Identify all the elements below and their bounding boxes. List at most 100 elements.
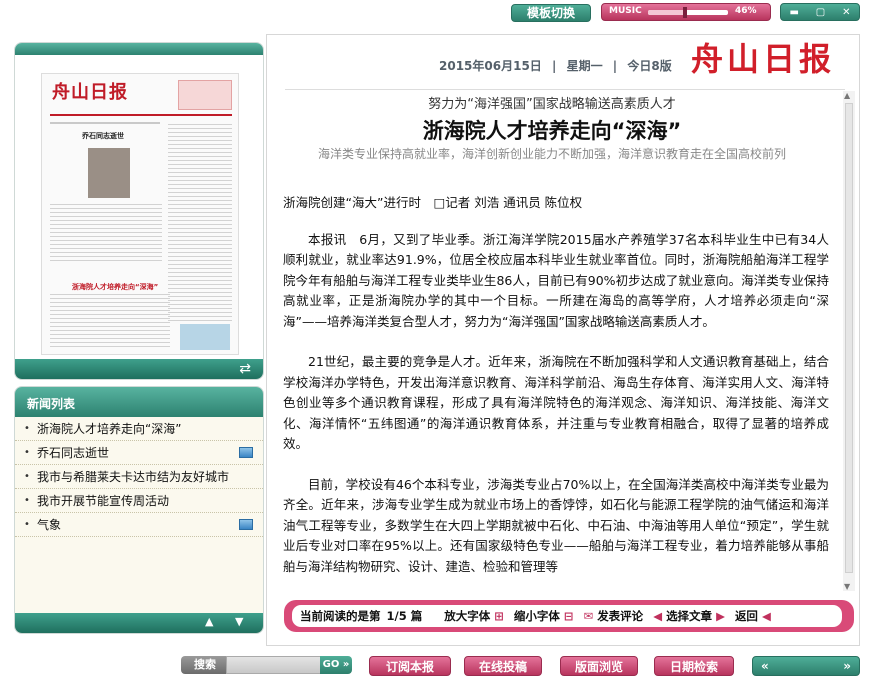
article-pretitle: 努力为“海洋强国”国家战略输送高素质人才 [428, 97, 676, 112]
separator: | [552, 59, 557, 73]
thumbnail-paper-logo: 舟山日报 [52, 82, 128, 103]
bullet-icon: • [24, 519, 30, 530]
current-article-unit: 篇 [410, 609, 423, 623]
bullet-icon: • [24, 495, 30, 506]
separator: | [612, 59, 618, 73]
comment-button[interactable]: ✉ 发表评论 [584, 608, 644, 624]
thumbnail-red-rule [50, 114, 232, 116]
scroll-up-arrow-icon[interactable]: ▲ [844, 91, 850, 100]
submit-online-button[interactable]: 在线投稿 [464, 656, 542, 676]
back-arrow-icon: ◀ [761, 609, 771, 623]
scroll-down-arrow-icon[interactable]: ▼ [844, 582, 850, 591]
browse-pages-button[interactable]: 版面浏览 [560, 656, 638, 676]
search-input[interactable] [226, 656, 322, 674]
newspaper-logo: 舟山日报 [690, 40, 835, 78]
restore-icon[interactable]: ▢ [816, 7, 825, 18]
search-label: 搜索 [181, 656, 229, 674]
select-article-button[interactable]: ◀ 选择文章 ▶ [653, 608, 725, 624]
article-title: 浙海院人才培养走向“深海” [422, 119, 682, 143]
minimize-icon[interactable]: ▬ [789, 7, 798, 18]
news-item-label: 我市与希腊莱夫卡达市结为友好城市 [37, 470, 230, 484]
article-subtitle: 海洋类专业保持高就业率，海洋创新创业能力不断加强，海洋意识教育走在全国高校前列 [317, 147, 786, 161]
next-page-icon[interactable]: » [843, 659, 851, 673]
thumbnail-text-column [168, 124, 232, 324]
go-label: GO [322, 659, 340, 670]
arrow-left-icon: ◀ [653, 609, 663, 623]
back-button[interactable]: 返回 ◀ [735, 608, 771, 624]
thumbnail-text-block [50, 204, 162, 264]
reading-toolbar-inner: 当前阅读的是第 1/5 篇 放大字体 ⊞ 缩小字体 ⊟ ✉ 发表评论 ◀ 选择文… [292, 605, 842, 627]
issue-info: 2015年06月15日 | 星期一 | 今日8版 [439, 57, 672, 74]
divider [285, 89, 845, 90]
search-go-button[interactable]: GO » [320, 656, 352, 674]
news-item-label: 浙海院人才培养走向“深海” [37, 422, 182, 436]
thumbnail-panel-footer: ⇄ [15, 359, 263, 379]
issue-date: 2015年06月15日 [439, 59, 542, 73]
window-controls: ▬ ▢ ✕ [780, 3, 860, 21]
news-list-item[interactable]: • 我市开展节能宣传周活动 [15, 489, 263, 513]
thumbnail-portrait-photo [88, 148, 130, 198]
news-list-item[interactable]: • 气象 [15, 513, 263, 537]
prev-page-icon[interactable]: « [761, 659, 769, 673]
article-panel: 2015年06月15日 | 星期一 | 今日8版 舟山日报 努力为“海洋强国”国… [266, 34, 860, 646]
mail-icon: ✉ [583, 609, 594, 623]
thumbnail-headline-lead: 浙海院人才培养走向“深海” [72, 283, 159, 291]
article-body: 浙海院创建“海大”进行时 □记者 刘浩 通讯员 陈位权 本报讯 6月，又到了毕业… [283, 193, 829, 585]
page-thumbnail-panel: 舟山日报 乔石同志逝世 浙海院人才培养走向“深海” ⇄ [14, 42, 264, 380]
article-scrollbar[interactable]: ▲ ▼ [843, 91, 855, 591]
app-root: 模板切换 MUSIC 46% ▬ ▢ ✕ 舟山日报 乔石同志逝世 浙海院人才培养… [0, 0, 882, 677]
news-list-footer: ▲ ▼ [15, 613, 263, 633]
minus-box-icon: ⊟ [563, 609, 574, 623]
music-volume-value: 46% [735, 6, 757, 16]
article-paragraph: 21世纪，最主要的竞争是人才。近年来，浙海院在不断加强科学和人文通识教育基础上，… [283, 354, 829, 451]
music-volume-fill [648, 10, 685, 15]
image-icon [239, 519, 253, 530]
thumbnail-text-block [50, 294, 170, 350]
bullet-icon: • [24, 447, 30, 458]
news-list-item[interactable]: • 我市与希腊莱夫卡达市结为友好城市 [15, 465, 263, 489]
issue-weekday: 星期一 [566, 59, 603, 73]
music-control[interactable]: MUSIC 46% [601, 3, 771, 21]
news-item-label: 乔石同志逝世 [37, 446, 110, 460]
subscribe-button[interactable]: 订阅本报 [369, 656, 451, 676]
reading-toolbar: 当前阅读的是第 1/5 篇 放大字体 ⊞ 缩小字体 ⊟ ✉ 发表评论 ◀ 选择文… [284, 600, 854, 632]
news-item-label: 我市开展节能宣传周活动 [37, 494, 170, 508]
music-volume-knob[interactable] [682, 7, 687, 18]
article-paragraph: 目前，学校设有46个本科专业，涉海类专业占70%以上，在全国海洋类高校中海洋类专… [283, 476, 829, 574]
news-item-label: 气象 [37, 518, 62, 532]
page-nav-control: « » [752, 656, 860, 676]
bullet-icon: • [24, 423, 30, 434]
news-list-panel: 新闻列表 • 浙海院人才培养走向“深海” • 乔石同志逝世 • 我市与希腊莱夫卡… [14, 386, 264, 634]
article-byline: 浙海院创建“海大”进行时 □记者 刘浩 通讯员 陈位权 [283, 195, 583, 210]
double-chevron-right-icon: » [339, 659, 350, 670]
article-paragraph: 本报讯 6月，又到了毕业季。浙江海洋学院2015届水产养殖学37名本科毕业生中已… [283, 231, 829, 329]
scroll-down-icon[interactable]: ▼ [235, 615, 243, 628]
image-icon [239, 447, 253, 458]
thumbnail-panel-header [15, 43, 263, 55]
thumbnail-color-block [180, 324, 230, 350]
music-label: MUSIC [609, 6, 642, 16]
newspaper-page-thumbnail[interactable]: 舟山日报 乔石同志逝世 浙海院人才培养走向“深海” [41, 73, 239, 355]
music-volume-slider[interactable] [648, 7, 728, 18]
news-list-item[interactable]: • 浙海院人才培养走向“深海” [15, 417, 263, 441]
scrollbar-thumb[interactable] [845, 103, 853, 573]
date-search-button[interactable]: 日期检索 [654, 656, 734, 676]
arrow-right-icon: ▶ [716, 609, 725, 623]
enlarge-font-button[interactable]: 放大字体 ⊞ [444, 608, 504, 624]
close-icon[interactable]: ✕ [842, 7, 850, 18]
thumbnail-headline-small: 乔石同志逝世 [82, 132, 124, 140]
current-article-label: 当前阅读的是第 [300, 609, 381, 623]
news-list-header: 新闻列表 [15, 387, 263, 417]
shrink-font-button[interactable]: 缩小字体 ⊟ [514, 608, 574, 624]
news-list: • 浙海院人才培养走向“深海” • 乔石同志逝世 • 我市与希腊莱夫卡达市结为友… [15, 417, 263, 537]
thumbnail-ad-block [178, 80, 232, 110]
scroll-up-icon[interactable]: ▲ [205, 615, 213, 628]
template-switch-button[interactable]: 模板切换 [511, 4, 591, 22]
news-list-item[interactable]: • 乔石同志逝世 [15, 441, 263, 465]
current-article-index: 1/5 [386, 609, 407, 623]
issue-edition: 今日8版 [627, 59, 672, 73]
refresh-icon[interactable]: ⇄ [239, 361, 251, 377]
thumbnail-text-line [50, 122, 160, 124]
plus-box-icon: ⊞ [494, 609, 504, 623]
bullet-icon: • [24, 471, 30, 482]
